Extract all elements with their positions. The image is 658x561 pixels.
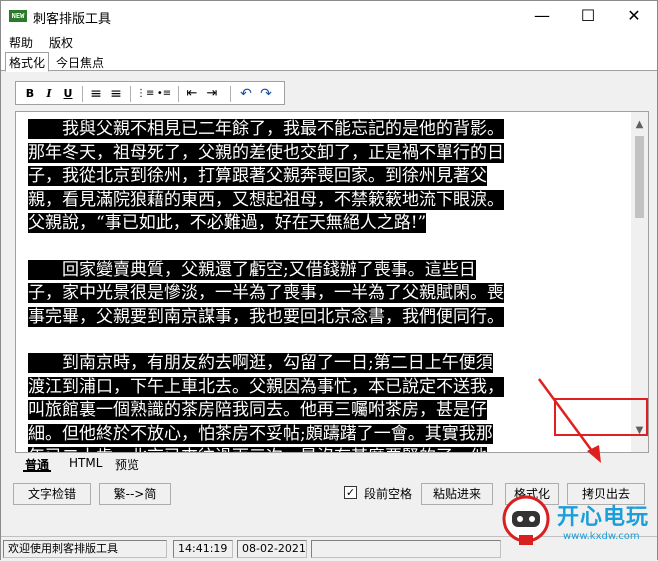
title-bar[interactable]: NEW 刺客排版工具 — ☐ ✕ [1, 1, 657, 31]
editor-line[interactable]: 回家變賣典質，父親還了虧空;又借錢辦了喪事。這些日 [28, 259, 622, 283]
robot-logo-icon [502, 495, 550, 545]
tab-preview[interactable]: 预览 [113, 456, 141, 472]
status-empty [311, 540, 501, 558]
top-tab-strip: 格式化 今日焦点 [1, 51, 657, 72]
editor-line[interactable]: 那年冬天，祖母死了，父親的差使也交卸了，正是禍不單行的日 [28, 142, 622, 166]
minimize-button[interactable]: — [519, 1, 565, 31]
scroll-thumb[interactable] [635, 136, 644, 218]
tab-html[interactable]: HTML [67, 456, 104, 472]
indent-option-label: 段前空格 [364, 487, 413, 501]
editor-line[interactable]: 子，我從北京到徐州，打算跟著父親奔喪回家。到徐州見著父 [28, 165, 622, 189]
indent-icon[interactable]: ⇥ [204, 86, 220, 102]
align-justify-icon[interactable]: ≡ [108, 86, 124, 102]
red-arrow-icon [537, 378, 601, 463]
status-date: 08-02-2021 [237, 540, 307, 558]
convert-button[interactable]: 繁-->简 [99, 483, 171, 505]
selected-text[interactable]: 我與父親不相見已二年餘了，我最不能忘記的是他的背影。 [28, 119, 504, 139]
toolbar-divider [82, 86, 83, 102]
toolbar-divider [130, 86, 131, 102]
selected-text[interactable]: 子，家中光景很是慘淡，一半為了喪事，一半為了父親賦閑。喪 [28, 283, 504, 303]
indent-checkbox[interactable]: ✓ [344, 486, 357, 499]
menu-bar: 帮助 版权 [1, 31, 657, 51]
editor-paragraph[interactable]: 我與父親不相見已二年餘了，我最不能忘記的是他的背影。 那年冬天，祖母死了，父親的差… [28, 118, 622, 236]
selected-text[interactable]: 到南京時，有朋友約去啊逛，勾留了一日;第二日上午便須 [28, 353, 493, 373]
editor-line[interactable]: 我與父親不相見已二年餘了，我最不能忘記的是他的背影。 [28, 118, 622, 142]
selected-text[interactable]: 父親說，“事已如此，不必難過，好在天無絕人之路!” [28, 213, 427, 233]
selected-text[interactable]: 渡江到浦口，下午上車北去。父親因為事忙，本已說定不送我， [28, 376, 504, 397]
bullet-list-icon[interactable]: •≡ [156, 86, 172, 102]
align-left-icon[interactable]: ≡ [88, 86, 104, 102]
tab-today-focus[interactable]: 今日焦点 [53, 53, 107, 71]
watermark-url: www.kxdw.com [563, 531, 640, 542]
status-welcome: 欢迎使用刺客排版工具 [3, 540, 167, 558]
tab-format[interactable]: 格式化 [5, 52, 50, 72]
selected-text[interactable]: 事完畢，父親要到南京謀事，我也要回北京念書，我們便同行。 [28, 306, 504, 327]
status-time: 14:41:19 [173, 540, 233, 558]
format-toolbar: B I U ≡ ≡ ⋮≡ •≡ ⇤ ⇥ ↶ ↷ [15, 81, 285, 105]
redo-icon[interactable]: ↷ [258, 86, 274, 102]
outdent-icon[interactable]: ⇤ [184, 86, 200, 102]
menu-help[interactable]: 帮助 [9, 34, 33, 51]
app-window: NEW 刺客排版工具 — ☐ ✕ 帮助 版权 格式化 今日焦点 B I U ≡ … [0, 0, 658, 560]
selected-text[interactable]: 叫旅館裏一個熟識的茶房陪我同去。他再三囑咐茶房，甚是仔 [28, 400, 487, 420]
window-title: 刺客排版工具 [33, 12, 112, 27]
tab-normal[interactable]: 普通 [23, 456, 52, 472]
toolbar-divider [230, 86, 231, 102]
menu-copyright[interactable]: 版权 [49, 34, 73, 51]
editor-line[interactable]: 子，家中光景很是慘淡，一半為了喪事，一半為了父親賦閑。喪 [28, 282, 622, 306]
selected-text[interactable]: 子，我從北京到徐州，打算跟著父親奔喪回家。到徐州見著父 [28, 166, 487, 186]
selected-text[interactable]: 年已二十歲，北京已來往過兩三次，是沒有甚麼要緊的了。他 [28, 447, 487, 452]
editor-line[interactable]: 親，看見滿院狼藉的東西，又想起祖母，不禁簌簌地流下眼淚。 [28, 189, 622, 213]
watermark-brand: 开心电玩 [557, 505, 650, 530]
selected-text[interactable]: 親，看見滿院狼藉的東西，又想起祖母，不禁簌簌地流下眼淚。 [28, 189, 504, 210]
editor-line[interactable]: 父親說，“事已如此，不必難過，好在天無絕人之路!” [28, 212, 622, 236]
editor-paragraph[interactable]: 回家變賣典質，父親還了虧空;又借錢辦了喪事。這些日子，家中光景很是慘淡，一半為了… [28, 259, 622, 330]
italic-icon[interactable]: I [41, 86, 57, 102]
editor-line[interactable]: 事完畢，父親要到南京謀事，我也要回北京念書，我們便同行。 [28, 306, 622, 330]
app-icon: NEW [9, 10, 27, 22]
paste-in-button[interactable]: 粘贴进来 [421, 483, 493, 505]
undo-icon[interactable]: ↶ [238, 86, 254, 102]
close-button[interactable]: ✕ [611, 1, 657, 31]
text-check-button[interactable]: 文字检错 [13, 483, 91, 505]
selected-text[interactable]: 細。但他終於不放心，怕茶房不妥帖;頗躊躇了一會。其實我那 [28, 423, 493, 444]
selected-text[interactable]: 那年冬天，祖母死了，父親的差使也交卸了，正是禍不單行的日 [28, 142, 504, 163]
maximize-button[interactable]: ☐ [565, 1, 611, 31]
watermark-logo: 开心电玩 www.kxdw.com [501, 491, 658, 561]
bottom-tab-strip: 普通 HTML 预览 [15, 456, 215, 472]
numbered-list-icon[interactable]: ⋮≡ [136, 86, 154, 102]
selected-text[interactable]: 回家變賣典質，父親還了虧空;又借錢辦了喪事。這些日 [28, 259, 476, 280]
bold-icon[interactable]: B [22, 86, 38, 102]
scroll-up-icon[interactable]: ▲ [631, 116, 648, 133]
underline-icon[interactable]: U [60, 86, 76, 102]
toolbar-divider [178, 86, 179, 102]
